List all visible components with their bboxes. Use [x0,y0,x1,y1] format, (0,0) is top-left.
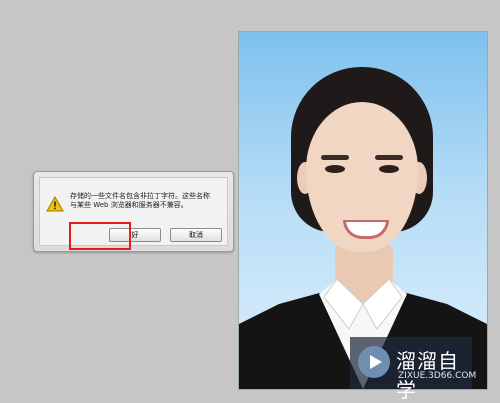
dialog-message-line-1: 存储的一些文件名包含非拉丁字符。这些名称 [70,192,210,200]
dialog-message-line-2: 与某些 Web 浏览器和服务器不兼容。 [70,201,188,209]
portrait-brow-right [375,155,403,160]
warning-icon [46,196,64,212]
watermark: 溜溜自学 ZIXUE.3D66.COM [350,337,476,402]
cancel-button[interactable]: 取消 [170,228,222,242]
portrait-brow-left [321,155,349,160]
ok-button-highlight [69,222,131,250]
dialog-message: 存储的一些文件名包含非拉丁字符。这些名称 与某些 Web 浏览器和服务器不兼容。 [70,192,220,210]
warning-dialog: 存储的一些文件名包含非拉丁字符。这些名称 与某些 Web 浏览器和服务器不兼容。… [33,171,234,252]
portrait-eye-right [379,165,399,173]
play-logo-icon [358,346,390,378]
watermark-subtitle: ZIXUE.3D66.COM [398,371,477,381]
portrait-eye-left [325,165,345,173]
